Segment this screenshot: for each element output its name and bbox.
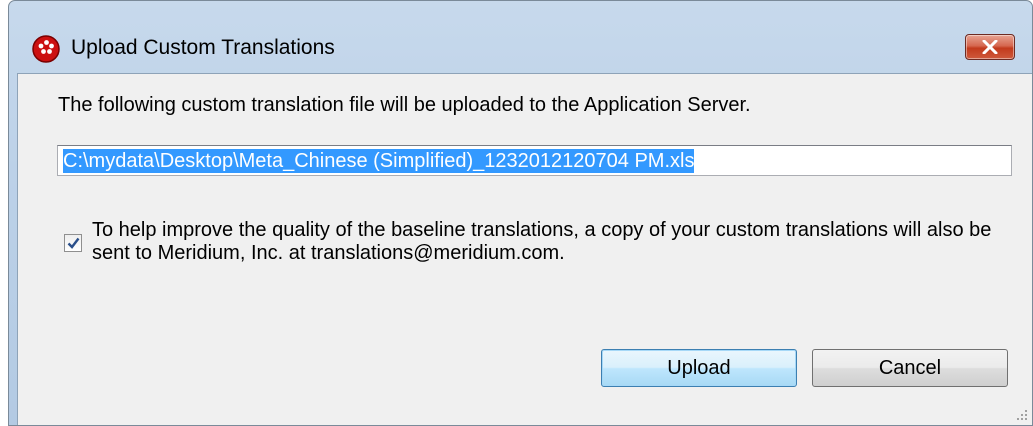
dialog-body: The following custom translation file wi…: [17, 73, 1032, 425]
file-path-field[interactable]: C:\mydata\Desktop\Meta_Chinese (Simplifi…: [57, 145, 1012, 176]
share-translations-label[interactable]: To help improve the quality of the basel…: [92, 219, 1012, 265]
title-bar[interactable]: Upload Custom Translations: [9, 1, 1032, 81]
close-icon: [982, 40, 998, 54]
upload-translations-dialog: Upload Custom Translations The following…: [8, 0, 1033, 426]
app-icon: [32, 35, 60, 63]
resize-grip-icon[interactable]: [1014, 407, 1028, 421]
share-translations-checkbox[interactable]: [64, 234, 82, 252]
checkmark-icon: [67, 237, 79, 249]
window-title: Upload Custom Translations: [71, 36, 335, 59]
cancel-button[interactable]: Cancel: [812, 349, 1008, 387]
file-path-text[interactable]: C:\mydata\Desktop\Meta_Chinese (Simplifi…: [63, 149, 695, 173]
close-button[interactable]: [965, 34, 1015, 60]
info-message: The following custom translation file wi…: [58, 94, 751, 116]
upload-button[interactable]: Upload: [601, 349, 797, 387]
